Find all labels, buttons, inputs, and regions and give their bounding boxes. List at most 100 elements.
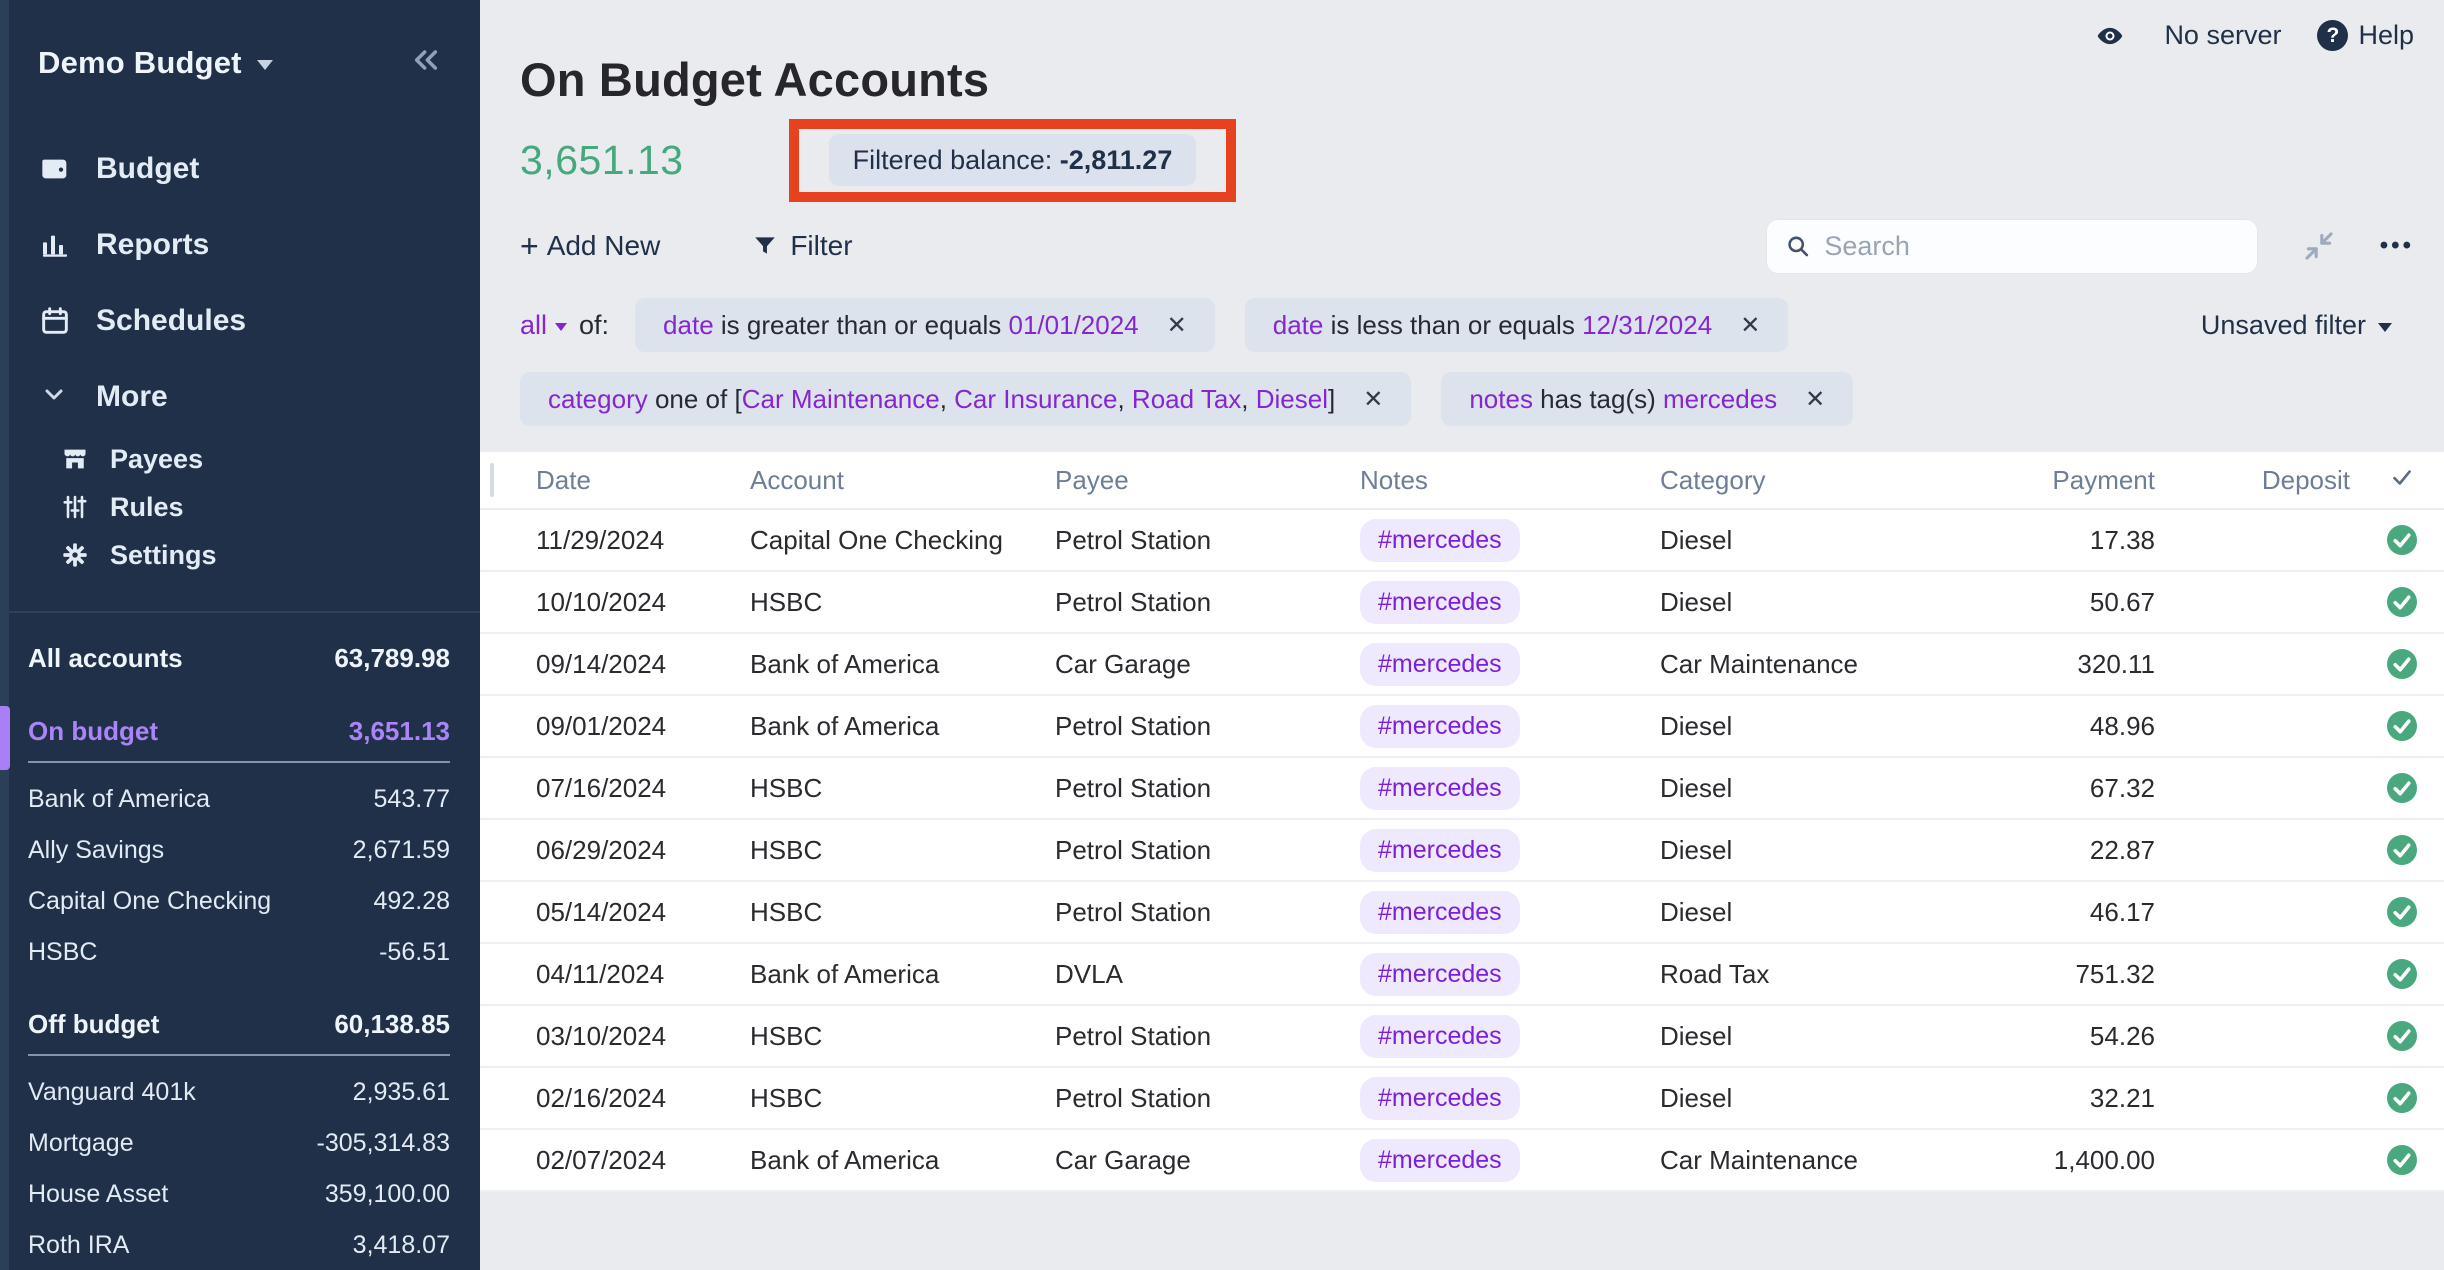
column-header-payee[interactable]: Payee [1055, 465, 1360, 496]
cleared-check-icon[interactable] [2384, 522, 2420, 558]
cell-payee[interactable]: Petrol Station [1055, 1021, 1360, 1052]
notes-tag[interactable]: #mercedes [1360, 1015, 1520, 1058]
cell-account[interactable]: Capital One Checking [750, 525, 1055, 556]
cell-payee[interactable]: Petrol Station [1055, 587, 1360, 618]
sidebar-account-item[interactable]: HSBC -56.51 [28, 938, 450, 967]
cell-category[interactable]: Diesel [1660, 1083, 1900, 1114]
cell-payment[interactable]: 67.32 [1900, 773, 2155, 804]
cell-cleared[interactable] [2360, 522, 2444, 558]
all-accounts-row[interactable]: All accounts 63,789.98 [28, 643, 450, 674]
cell-category[interactable]: Diesel [1660, 711, 1900, 742]
cell-cleared[interactable] [2360, 1080, 2444, 1116]
cell-date[interactable]: 02/16/2024 [536, 1083, 750, 1114]
server-status[interactable]: No server [2164, 20, 2281, 51]
cell-notes[interactable]: #mercedes [1360, 1015, 1660, 1058]
cell-payee[interactable]: Petrol Station [1055, 773, 1360, 804]
sidebar-item-budget[interactable]: Budget [0, 131, 480, 207]
cell-category[interactable]: Diesel [1660, 835, 1900, 866]
cell-date[interactable]: 06/29/2024 [536, 835, 750, 866]
filter-condition-chip[interactable]: notes has tag(s) mercedes✕ [1441, 372, 1853, 426]
sidebar-item-schedules[interactable]: Schedules [0, 283, 480, 359]
notes-tag[interactable]: #mercedes [1360, 767, 1520, 810]
cell-payment[interactable]: 54.26 [1900, 1021, 2155, 1052]
cell-account[interactable]: Bank of America [750, 1145, 1055, 1176]
cell-notes[interactable]: #mercedes [1360, 643, 1660, 686]
cell-payment[interactable]: 17.38 [1900, 525, 2155, 556]
cell-category[interactable]: Diesel [1660, 525, 1900, 556]
table-row[interactable]: 07/16/2024 HSBC Petrol Station #mercedes… [480, 758, 2444, 820]
cell-date[interactable]: 09/14/2024 [536, 649, 750, 680]
cell-date[interactable]: 03/10/2024 [536, 1021, 750, 1052]
table-row[interactable]: 03/10/2024 HSBC Petrol Station #mercedes… [480, 1006, 2444, 1068]
cell-payment[interactable]: 22.87 [1900, 835, 2155, 866]
filter-condition-chip[interactable]: date is greater than or equals 01/01/202… [635, 298, 1215, 352]
cell-account[interactable]: Bank of America [750, 959, 1055, 990]
sidebar-account-item[interactable]: Ally Savings 2,671.59 [28, 836, 450, 865]
cell-cleared[interactable] [2360, 832, 2444, 868]
cell-cleared[interactable] [2360, 584, 2444, 620]
filter-button[interactable]: Filter [752, 230, 852, 262]
cell-account[interactable]: Bank of America [750, 649, 1055, 680]
sidebar-account-item[interactable]: Vanguard 401k 2,935.61 [28, 1078, 450, 1107]
column-header-account[interactable]: Account [750, 465, 1055, 496]
cell-cleared[interactable] [2360, 646, 2444, 682]
notes-tag[interactable]: #mercedes [1360, 581, 1520, 624]
cell-category[interactable]: Diesel [1660, 1021, 1900, 1052]
notes-tag[interactable]: #mercedes [1360, 1139, 1520, 1182]
column-header-date[interactable]: Date [536, 465, 750, 496]
shrink-arrows-icon[interactable] [2302, 229, 2336, 263]
cell-notes[interactable]: #mercedes [1360, 705, 1660, 748]
off-budget-row[interactable]: Off budget 60,138.85 [28, 1009, 450, 1056]
help-button[interactable]: ? Help [2317, 20, 2414, 51]
cell-payee[interactable]: Car Garage [1055, 649, 1360, 680]
sidebar-account-item[interactable]: Roth IRA 3,418.07 [28, 1231, 450, 1260]
cell-payee[interactable]: Petrol Station [1055, 835, 1360, 866]
privacy-eye-icon[interactable] [2092, 21, 2128, 51]
search-input[interactable] [1824, 231, 2238, 262]
notes-tag[interactable]: #mercedes [1360, 705, 1520, 748]
cell-payment[interactable]: 50.67 [1900, 587, 2155, 618]
select-all-checkbox[interactable] [490, 463, 494, 497]
cell-category[interactable]: Car Maintenance [1660, 1145, 1900, 1176]
cell-payee[interactable]: Petrol Station [1055, 525, 1360, 556]
remove-filter-icon[interactable]: ✕ [1740, 311, 1760, 340]
cell-account[interactable]: HSBC [750, 1021, 1055, 1052]
cell-notes[interactable]: #mercedes [1360, 1139, 1660, 1182]
cell-payment[interactable]: 48.96 [1900, 711, 2155, 742]
notes-tag[interactable]: #mercedes [1360, 1077, 1520, 1120]
notes-tag[interactable]: #mercedes [1360, 643, 1520, 686]
cell-category[interactable]: Diesel [1660, 897, 1900, 928]
cleared-check-icon[interactable] [2384, 708, 2420, 744]
cell-category[interactable]: Diesel [1660, 773, 1900, 804]
cleared-check-icon[interactable] [2384, 832, 2420, 868]
sidebar-account-item[interactable]: Mortgage -305,314.83 [28, 1129, 450, 1158]
sidebar-account-item[interactable]: Bank of America 543.77 [28, 785, 450, 814]
sidebar-account-item[interactable]: Capital One Checking 492.28 [28, 887, 450, 916]
sidebar-account-item[interactable]: House Asset 359,100.00 [28, 1180, 450, 1209]
remove-filter-icon[interactable]: ✕ [1363, 385, 1383, 414]
remove-filter-icon[interactable]: ✕ [1805, 385, 1825, 414]
cleared-check-icon[interactable] [2384, 956, 2420, 992]
remove-filter-icon[interactable]: ✕ [1167, 311, 1187, 340]
notes-tag[interactable]: #mercedes [1360, 891, 1520, 934]
select-all-cell[interactable] [480, 465, 536, 496]
cell-category[interactable]: Diesel [1660, 587, 1900, 618]
cell-account[interactable]: HSBC [750, 897, 1055, 928]
column-header-deposit[interactable]: Deposit [2155, 465, 2360, 496]
match-type-dropdown[interactable]: all [520, 310, 567, 341]
cell-cleared[interactable] [2360, 770, 2444, 806]
cleared-check-icon[interactable] [2384, 1080, 2420, 1116]
table-row[interactable]: 09/01/2024 Bank of America Petrol Statio… [480, 696, 2444, 758]
notes-tag[interactable]: #mercedes [1360, 829, 1520, 872]
cell-payment[interactable]: 32.21 [1900, 1083, 2155, 1114]
column-header-category[interactable]: Category [1660, 465, 1900, 496]
column-header-cleared[interactable] [2360, 464, 2444, 497]
column-header-notes[interactable]: Notes [1360, 465, 1660, 496]
cell-date[interactable]: 04/11/2024 [536, 959, 750, 990]
cell-date[interactable]: 07/16/2024 [536, 773, 750, 804]
cell-payee[interactable]: DVLA [1055, 959, 1360, 990]
cell-payment[interactable]: 751.32 [1900, 959, 2155, 990]
cell-account[interactable]: HSBC [750, 587, 1055, 618]
table-row[interactable]: 06/29/2024 HSBC Petrol Station #mercedes… [480, 820, 2444, 882]
filter-condition-chip[interactable]: category one of [Car Maintenance, Car In… [520, 372, 1411, 426]
